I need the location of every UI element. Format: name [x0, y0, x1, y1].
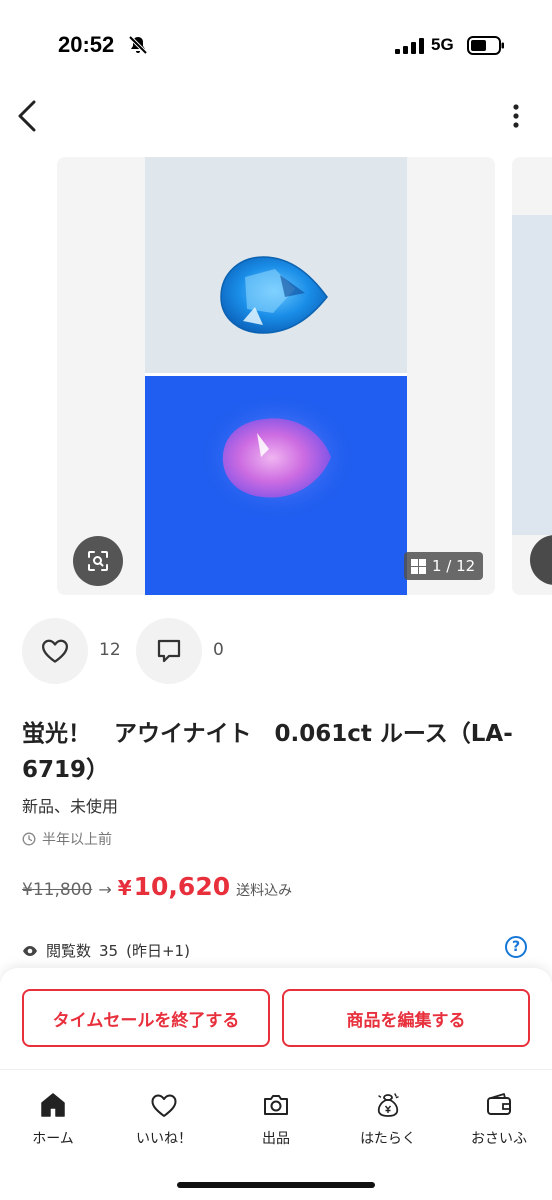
tab-home[interactable]: ホーム	[13, 1090, 93, 1148]
likes-count: 12	[99, 640, 121, 660]
network-label: 5G	[431, 35, 454, 54]
bell-off-icon	[128, 35, 148, 55]
yen-symbol: ¥	[117, 876, 132, 900]
tab-wallet-label: おさいふ	[471, 1131, 527, 1147]
views-count: 35	[99, 941, 119, 960]
camera-icon	[264, 1095, 288, 1115]
next-image-thumbnail	[512, 215, 552, 535]
money-bag-icon	[377, 1093, 399, 1117]
wallet-icon	[487, 1093, 511, 1115]
comment-icon	[157, 639, 181, 663]
like-button[interactable]	[22, 618, 88, 684]
home-indicator	[177, 1182, 375, 1188]
help-button[interactable]: ?	[505, 936, 527, 958]
tab-work-label: はたらく	[360, 1131, 416, 1147]
next-image-peek[interactable]	[512, 157, 552, 595]
image-counter: 1 / 12	[432, 557, 476, 575]
tab-wallet[interactable]: おさいふ	[459, 1090, 539, 1148]
image-counter-badge[interactable]: 1 / 12	[404, 552, 484, 580]
battery-icon	[467, 36, 504, 55]
price-row: ¥11,800 → ¥10,620 送料込み	[22, 872, 292, 908]
signal-icon	[395, 38, 424, 54]
status-bar: 20:52 5G	[0, 0, 552, 90]
views-yesterday: (昨日+1)	[126, 942, 190, 960]
posted-time: 半年以上前	[22, 829, 112, 849]
comments-count: 0	[213, 640, 224, 660]
tab-sell-label: 出品	[262, 1131, 290, 1147]
edit-item-button[interactable]: 商品を編集する	[282, 989, 530, 1047]
comment-button[interactable]	[136, 618, 202, 684]
tab-divider	[0, 1069, 552, 1070]
home-icon	[41, 1093, 65, 1117]
status-time: 20:52	[58, 32, 115, 57]
view-count: 閲覧数 35 (昨日+1)	[22, 940, 190, 961]
heart-icon	[151, 1094, 177, 1117]
product-photo[interactable]	[145, 157, 407, 595]
tab-sell[interactable]: 出品	[236, 1090, 316, 1148]
tab-likes-label: いいね！	[136, 1131, 192, 1147]
eye-icon	[23, 945, 37, 956]
back-button[interactable]	[14, 98, 42, 134]
next-zoom-button	[530, 535, 552, 585]
shipping-label: 送料込み	[236, 883, 293, 899]
heart-icon	[42, 639, 68, 663]
clock-icon	[22, 832, 36, 846]
item-condition: 新品、未使用	[22, 797, 119, 816]
scan-icon	[88, 551, 108, 571]
item-title: 蛍光！ アウイナイト 0.061ct ルース（LA-6719）	[22, 721, 513, 783]
zoom-image-button[interactable]	[73, 536, 123, 586]
original-price: ¥11,800	[22, 880, 93, 900]
sale-price: ¥10,620	[118, 872, 230, 901]
grid-icon	[411, 558, 426, 574]
image-carousel[interactable]: 1 / 12	[57, 157, 495, 595]
posted-label: 半年以上前	[42, 832, 112, 848]
views-label: 閲覧数	[46, 942, 92, 960]
price-arrow: →	[98, 880, 112, 899]
more-options-button[interactable]	[505, 100, 527, 132]
sale-price-value: 10,620	[133, 872, 231, 901]
end-time-sale-button[interactable]: タイムセールを終了する	[22, 989, 270, 1047]
tab-work[interactable]: はたらく	[348, 1090, 428, 1148]
tab-home-label: ホーム	[32, 1131, 74, 1147]
tab-likes[interactable]: いいね！	[124, 1090, 204, 1148]
